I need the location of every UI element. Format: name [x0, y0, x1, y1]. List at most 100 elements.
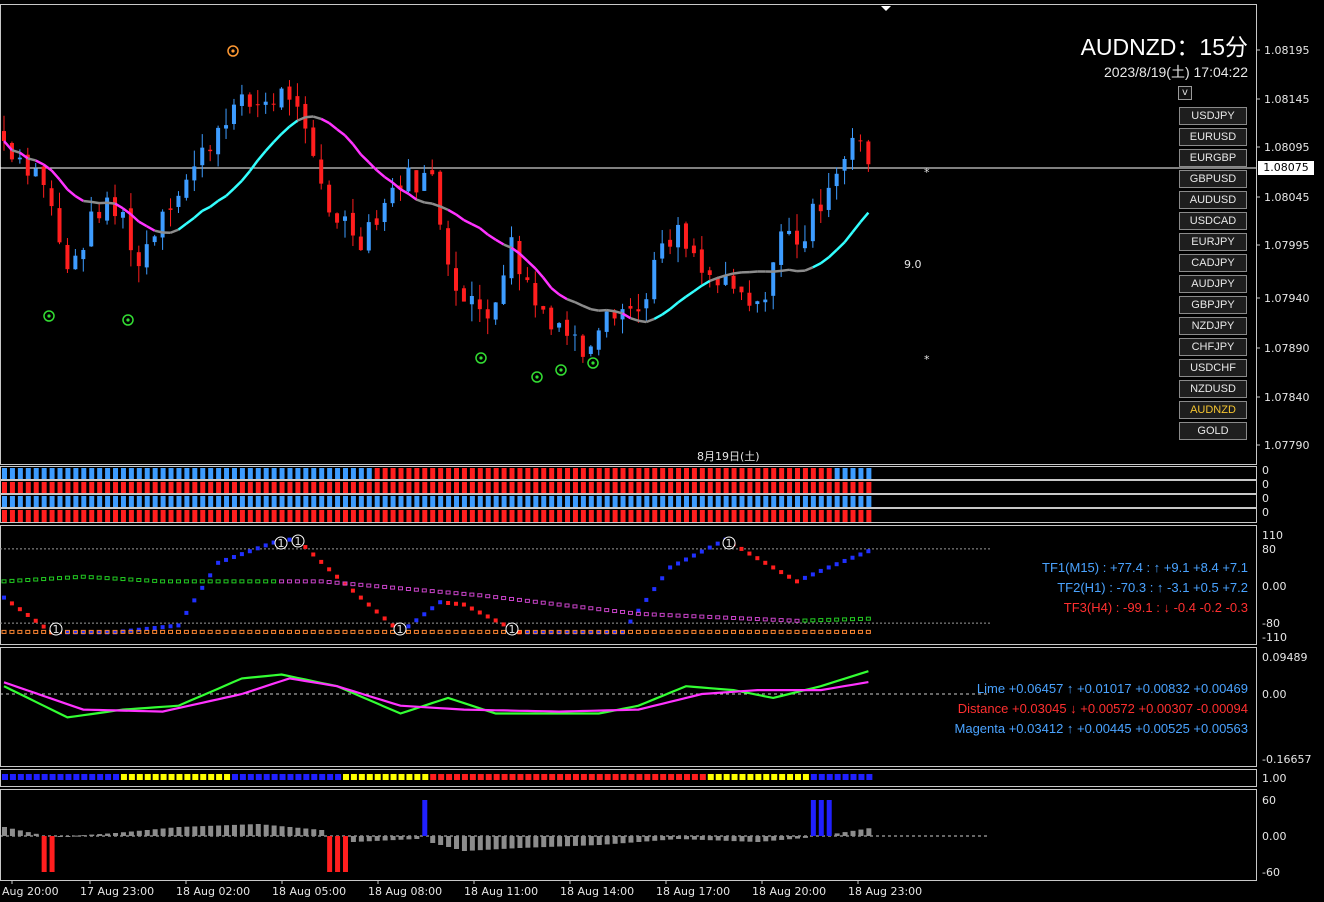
strip-cell: [81, 468, 87, 479]
candle-body: [33, 168, 38, 177]
symbol-button-cadjpy[interactable]: CADJPY: [1179, 254, 1247, 272]
strip-cell: [691, 468, 697, 479]
strip-cell: [557, 510, 563, 522]
strip-cell: [834, 496, 840, 507]
pivot-marker-label: 1: [397, 623, 404, 636]
tf3-dot: [778, 629, 784, 634]
strip-cell: [231, 496, 237, 507]
tf1-dot: [200, 585, 205, 590]
histogram-bar: [335, 836, 341, 872]
strip-cell: [826, 510, 832, 522]
strip-cell: [358, 468, 364, 479]
tf2-dot: [310, 579, 316, 584]
trend-strip-cell: [858, 774, 865, 780]
trend-strip-cell: [25, 774, 32, 780]
strip-cell: [683, 482, 689, 493]
strip-cell: [461, 482, 467, 493]
moving-average-segment: [170, 228, 179, 234]
moving-average-segment: [804, 266, 814, 272]
histogram-bar: [25, 832, 31, 836]
osc2-axis-label: 0.00: [1262, 688, 1287, 701]
tf2-dot: [477, 593, 483, 598]
strip-cell: [755, 482, 761, 493]
histogram-bar: [739, 836, 745, 842]
strip-cell: [802, 496, 808, 507]
strip-cell: [342, 482, 348, 493]
moving-average-segment: [240, 170, 251, 182]
tf3-dot: [667, 629, 673, 634]
symbol-button-gold[interactable]: GOLD: [1179, 422, 1247, 440]
symbol-button-audnzd[interactable]: AUDNZD: [1179, 401, 1247, 419]
trend-strip-cell: [454, 774, 461, 780]
tf1-dot: [239, 552, 244, 557]
tf2-dot: [865, 616, 871, 621]
trend-strip-cell: [739, 774, 746, 780]
tf3-dot: [865, 629, 871, 634]
histogram-bar: [469, 836, 475, 851]
strip-cell: [628, 482, 634, 493]
time-axis-label: 18 Aug 20:00: [752, 885, 826, 898]
collapse-toggle-button[interactable]: v: [1178, 86, 1192, 100]
strip-cell: [779, 510, 785, 522]
strip-cell: [200, 468, 206, 479]
strip-cell: [73, 510, 79, 522]
trend-strip-cell: [255, 774, 262, 780]
strip-cell: [660, 482, 666, 493]
strip-cell: [65, 468, 71, 479]
tf1-dot: [335, 574, 340, 579]
trend-strip-cell: [231, 774, 238, 780]
tf3-dot: [413, 629, 419, 634]
symbol-button-eurusd[interactable]: EURUSD: [1179, 128, 1247, 146]
strip-cell: [113, 510, 119, 522]
strip-cell: [533, 496, 539, 507]
histogram-bar: [517, 836, 523, 848]
candle-body: [311, 127, 316, 156]
trend-strip-cell: [9, 774, 16, 780]
tf2-dot: [509, 596, 515, 601]
strip-cell: [49, 510, 55, 522]
tf2-dot: [461, 591, 467, 596]
strip-cell: [620, 468, 626, 479]
histogram-bar: [485, 836, 491, 850]
strip-cell: [446, 482, 452, 493]
symbol-button-audusd[interactable]: AUDUSD: [1179, 191, 1247, 209]
tf3-dot: [271, 629, 277, 634]
symbol-button-usdjpy[interactable]: USDJPY: [1179, 107, 1247, 125]
symbol-button-chfjpy[interactable]: CHFJPY: [1179, 338, 1247, 356]
strip-cell: [818, 510, 824, 522]
symbol-button-usdchf[interactable]: USDCHF: [1179, 359, 1247, 377]
symbol-button-gbpjpy[interactable]: GBPJPY: [1179, 296, 1247, 314]
tf2-dot: [620, 609, 626, 614]
symbol-button-eurgbp[interactable]: EURGBP: [1179, 149, 1247, 167]
strip-cell: [192, 510, 198, 522]
trend-strip-cell: [136, 774, 143, 780]
candle-body: [152, 236, 157, 243]
strip-cell: [247, 482, 253, 493]
symbol-button-gbpusd[interactable]: GBPUSD: [1179, 170, 1247, 188]
histogram-bar: [810, 800, 816, 836]
moving-average-segment: [138, 220, 148, 228]
tf2-dot: [667, 613, 673, 618]
histogram-bar: [406, 836, 412, 840]
strip-cell: [818, 496, 824, 507]
symbol-button-audjpy[interactable]: AUDJPY: [1179, 275, 1247, 293]
strip-cell: [224, 496, 230, 507]
histogram-bar: [192, 826, 198, 836]
strip-cell: [33, 468, 39, 479]
trend-strip-cell: [295, 774, 302, 780]
symbol-button-usdcad[interactable]: USDCAD: [1179, 212, 1247, 230]
symbol-button-nzdusd[interactable]: NZDUSD: [1179, 380, 1247, 398]
tf2-dot: [691, 614, 697, 619]
tf2-dot: [516, 597, 522, 602]
chart-canvas[interactable]: 1.08195 1.08145 1.08095 1.08045 1.07995 1.079…: [0, 0, 1324, 902]
symbol-button-nzdjpy[interactable]: NZDJPY: [1179, 317, 1247, 335]
strip-cell: [787, 496, 793, 507]
strip-cell: [319, 468, 325, 479]
trend-strip-cell: [707, 774, 714, 780]
strip-cell: [842, 510, 848, 522]
trend-strip-cell: [461, 774, 468, 780]
strip-cell: [176, 482, 182, 493]
candle-body: [549, 307, 554, 330]
symbol-button-eurjpy[interactable]: EURJPY: [1179, 233, 1247, 251]
trend-strip-cell: [509, 774, 516, 780]
